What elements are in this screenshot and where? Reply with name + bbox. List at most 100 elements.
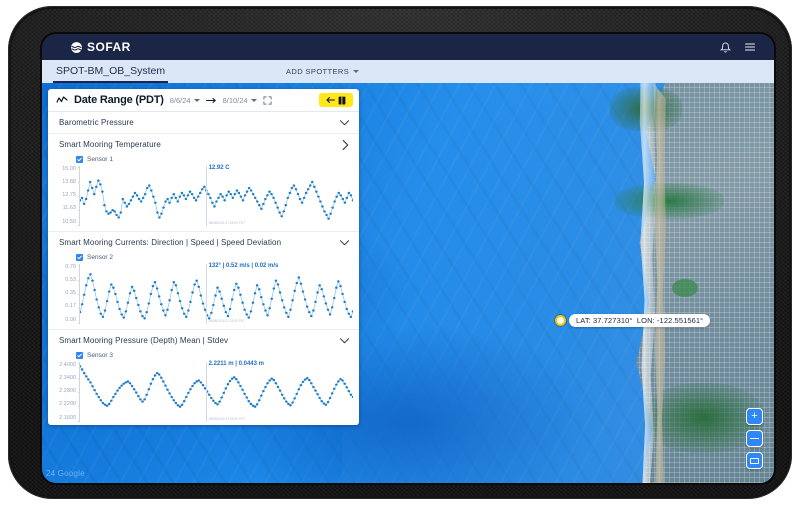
chevron-down-icon (193, 98, 200, 102)
marker-coordinates-label: LAT: 37.727310° LON: -122.551561° (569, 314, 711, 327)
section-barometric-pressure: Barometric Pressure (48, 112, 359, 134)
plus-icon: + (751, 410, 758, 422)
sensor-label: Sensor 3 (87, 352, 114, 359)
y-tick: 2.2800 (59, 388, 76, 395)
y-tick: 0.70 (65, 264, 76, 270)
chevron-down-icon[interactable] (340, 337, 349, 344)
section-header[interactable]: Barometric Pressure (48, 112, 359, 133)
section-title: Smart Mooring Pressure (Depth) Mean | St… (59, 336, 229, 345)
y-tick: 0.00 (65, 316, 76, 323)
plot-area[interactable]: 132° | 0.52 m/s | 0.02 m/s 08/08/2024 07… (77, 263, 353, 324)
cursor-timestamp-label: 08/08/2024 07:23:00 PDT (208, 319, 246, 323)
minus-icon (750, 437, 759, 440)
expand-icon[interactable] (262, 95, 272, 105)
checkbox-checked-icon[interactable] (76, 352, 83, 359)
hamburger-menu-icon[interactable] (744, 41, 756, 53)
sensor-label: Sensor 1 (87, 156, 114, 163)
spotter-marker[interactable]: LAT: 37.727310° LON: -122.551561° (555, 314, 711, 327)
section-header[interactable]: Smart Mooring Pressure (Depth) Mean | St… (48, 330, 359, 351)
cursor-line (205, 166, 207, 226)
axis-ticks (77, 166, 353, 226)
section-title: Barometric Pressure (59, 118, 134, 127)
y-tick: 0.17 (65, 303, 76, 310)
top-bar-actions (720, 41, 756, 53)
section-smart-mooring-pressure: Smart Mooring Pressure (Depth) Mean | St… (48, 330, 359, 425)
checkbox-checked-icon[interactable] (76, 254, 83, 261)
y-axis-labels: 0.70 0.53 0.35 0.17 0.00 (52, 264, 79, 324)
section-header[interactable]: Smart Mooring Currents: Direction | Spee… (48, 232, 359, 253)
brand-logo[interactable]: SOFAR (70, 40, 131, 54)
section-header[interactable]: Smart Mooring Temperature (48, 134, 359, 155)
section-title: Smart Mooring Temperature (59, 140, 161, 149)
tablet-frame: LAT: 37.727310° LON: -122.551561° 24 Goo… (8, 6, 792, 499)
y-tick: 0.53 (65, 277, 76, 284)
book-icon (338, 96, 346, 105)
plot-area[interactable]: 2.2211 m | 0.0443 m 08/08/2024 07:23:00 … (77, 361, 353, 422)
cursor-timestamp-label: 08/08/2024 07:23:00 PDT (208, 417, 246, 421)
start-date-value: 8/6/24 (169, 95, 191, 105)
sofar-wave-icon (70, 41, 83, 54)
y-tick: 0.35 (65, 290, 76, 297)
marker-lat: LAT: 37.727310° (576, 316, 633, 325)
y-tick: 2.4000 (59, 362, 76, 368)
zoom-in-button[interactable]: + (746, 408, 763, 425)
data-panel: Date Range (PDT) 8/6/24 8/10/24 Barometr… (48, 89, 359, 425)
map-attribution: 24 Google (46, 469, 85, 478)
date-range-arrow-icon (205, 97, 217, 104)
chart-smart-mooring-pressure[interactable]: 2.4000 2.3400 2.2800 2.2200 2.1600 2.221… (52, 361, 353, 422)
marker-lon: LON: -122.551561° (636, 316, 704, 325)
section-smart-mooring-temperature: Smart Mooring Temperature Sensor 1 15.00… (48, 134, 359, 232)
add-spotters-label: ADD SPOTTERS (286, 67, 350, 76)
cursor-line (205, 362, 207, 422)
y-axis-labels: 2.4000 2.3400 2.2800 2.2200 2.1600 (52, 362, 79, 422)
panel-collapse-button[interactable] (319, 93, 353, 107)
cursor-value-label: 12.92 C (208, 165, 230, 171)
y-axis-labels: 15.00 13.88 12.75 11.63 10.50 (52, 166, 79, 226)
chart-smart-mooring-currents[interactable]: 0.70 0.53 0.35 0.17 0.00 132° | 0.52 m/s… (52, 263, 353, 324)
y-tick: 2.3400 (59, 375, 76, 382)
cursor-value-label: 132° | 0.52 m/s | 0.02 m/s (208, 263, 279, 269)
axis-ticks (77, 362, 353, 422)
zoom-out-button[interactable] (746, 430, 763, 447)
axis-ticks (77, 264, 353, 324)
y-tick: 10.50 (62, 218, 76, 225)
chevron-down-icon (353, 70, 360, 73)
section-smart-mooring-currents: Smart Mooring Currents: Direction | Spee… (48, 232, 359, 330)
chart-smart-mooring-temperature[interactable]: 15.00 13.88 12.75 11.63 10.50 12.92 C 08… (52, 165, 353, 226)
chevron-down-icon[interactable] (340, 119, 349, 126)
y-tick: 2.1600 (59, 414, 76, 421)
chevron-right-icon[interactable] (342, 139, 349, 150)
y-tick: 13.88 (62, 179, 76, 186)
panel-header: Date Range (PDT) 8/6/24 8/10/24 (48, 89, 359, 112)
sensor-label: Sensor 2 (87, 254, 114, 261)
end-date-value: 8/10/24 (222, 95, 248, 105)
checkbox-checked-icon[interactable] (76, 156, 83, 163)
tab-spot-system[interactable]: SPOT-BM_OB_System (53, 60, 169, 83)
plot-area[interactable]: 12.92 C 08/08/2024 07:23:00 PDT (77, 165, 353, 226)
end-date-picker[interactable]: 8/10/24 (223, 96, 257, 105)
start-date-picker[interactable]: 8/6/24 (170, 96, 200, 105)
y-tick: 11.63 (62, 205, 76, 212)
screenshot-root: LAT: 37.727310° LON: -122.551561° 24 Goo… (0, 0, 800, 505)
tablet-screen: LAT: 37.727310° LON: -122.551561° 24 Goo… (42, 34, 774, 483)
marker-dot-icon (555, 315, 566, 326)
map-controls: + (746, 408, 763, 469)
y-tick: 2.2200 (59, 401, 76, 408)
sensor-toggle[interactable]: Sensor 2 (48, 253, 359, 264)
y-tick: 12.75 (62, 192, 76, 199)
chevron-down-icon (250, 98, 257, 102)
system-sub-bar: SPOT-BM_OB_System ADD SPOTTERS (42, 60, 774, 83)
map-type-button[interactable] (746, 452, 763, 469)
cursor-line (205, 264, 207, 324)
cursor-value-label: 2.2211 m | 0.0443 m (208, 361, 264, 367)
brand-name: SOFAR (87, 40, 131, 54)
y-tick: 15.00 (62, 166, 76, 172)
add-spotters-dropdown[interactable]: ADD SPOTTERS (286, 60, 360, 83)
back-arrow-icon (326, 96, 335, 104)
sensor-toggle[interactable]: Sensor 3 (48, 351, 359, 362)
layers-icon (750, 457, 759, 464)
cursor-timestamp-label: 08/08/2024 07:23:00 PDT (208, 221, 246, 225)
bell-icon[interactable] (720, 42, 731, 53)
chevron-down-icon[interactable] (340, 239, 349, 246)
sensor-toggle[interactable]: Sensor 1 (48, 155, 359, 166)
